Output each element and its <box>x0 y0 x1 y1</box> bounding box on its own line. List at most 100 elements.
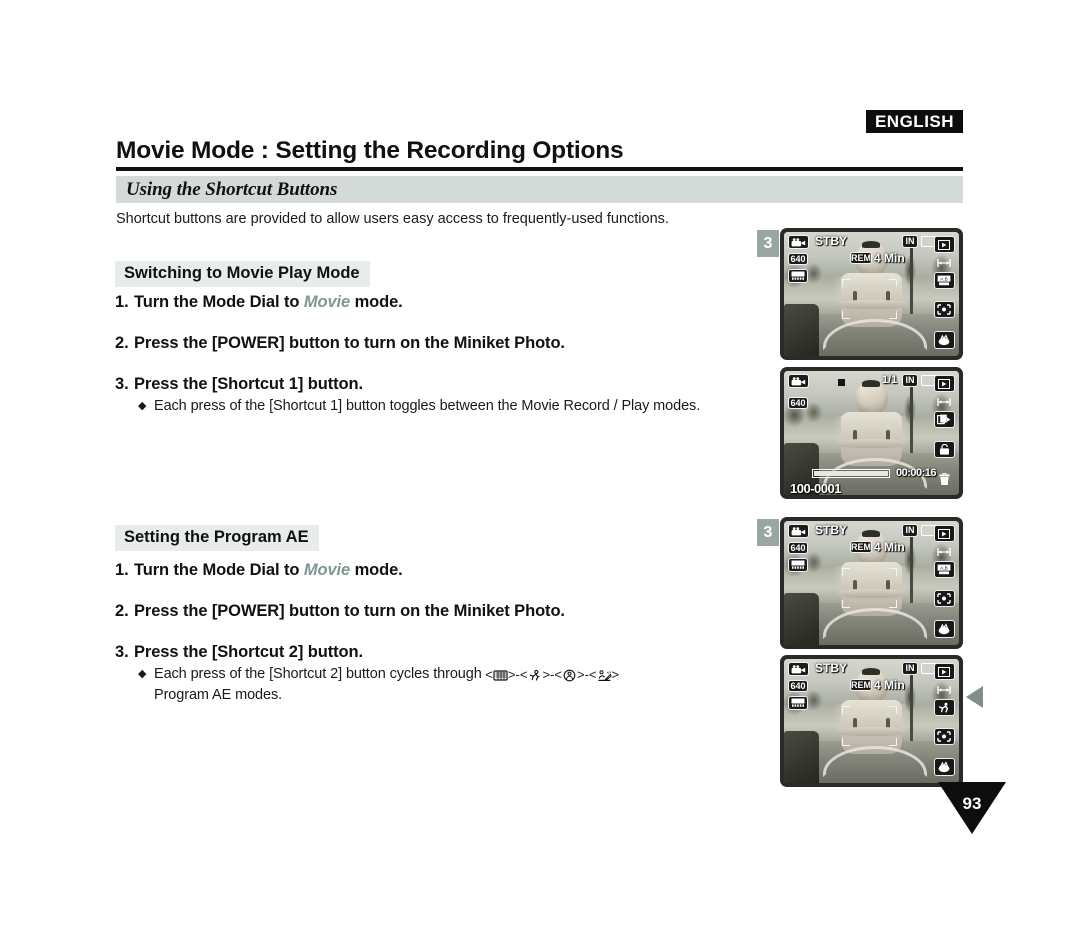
svg-text:A.B: A.B <box>940 565 947 570</box>
status-text: STBY <box>815 661 848 675</box>
subheading-setting-the-program-ae: Setting the Program AE <box>115 525 319 551</box>
step-number: 1. <box>115 561 129 579</box>
program-ae-icon-chain: < >-< >-< >-< > <box>481 667 620 682</box>
focus-icon[interactable] <box>933 728 955 746</box>
step-text-before: Turn the Mode Dial to <box>134 561 304 579</box>
play-mode-icon[interactable] <box>933 236 955 253</box>
step-text: Press the [Shortcut 2] button. <box>134 643 363 661</box>
stop-icon <box>838 379 845 386</box>
title-divider <box>116 167 963 171</box>
ae-separator: - <box>515 667 520 682</box>
program-ae-icon[interactable] <box>933 757 955 776</box>
step-text-before: Turn the Mode Dial to <box>134 293 304 311</box>
lcd-panel-movie-play: 1/1 640 IN 00:00:16 100-0001 <box>780 367 963 499</box>
lock-icon[interactable] <box>933 441 955 459</box>
page-number: 93 <box>962 794 982 813</box>
camcorder-icon <box>788 662 809 676</box>
step-emphasis-movie: Movie <box>303 561 351 579</box>
subheading-switching-to-movie-play-mode: Switching to Movie Play Mode <box>115 261 370 287</box>
remaining-label: REM <box>850 252 872 264</box>
program-ae-icon[interactable] <box>933 330 955 349</box>
step-3-switching: 3. Press the [Shortcut 1] button. <box>115 375 363 394</box>
step-2-switching: 2. Press the [POWER] button to turn on th… <box>115 334 565 353</box>
diamond-bullet-icon: ◆ <box>138 400 147 412</box>
step-text-after: mode. <box>350 561 403 579</box>
backlight-icon[interactable]: A.B <box>933 561 955 578</box>
resolution-badge: 640 <box>788 253 808 265</box>
backlight-icon[interactable]: A.B <box>933 272 955 289</box>
step-1-programae: 1. Turn the Mode Dial to Movie mode. <box>115 561 403 580</box>
bullet-text: Program AE modes. <box>154 687 283 703</box>
zoom-icon[interactable] <box>934 543 955 560</box>
auto-program-ae-icon <box>493 670 508 681</box>
step-3-programae: 3. Press the [Shortcut 2] button. <box>115 643 363 662</box>
sand-snow-program-ae-icon <box>597 670 612 682</box>
section-banner: Using the Shortcut Buttons <box>116 176 963 203</box>
ae-separator: - <box>550 667 555 682</box>
trash-icon[interactable] <box>934 471 955 488</box>
status-text: STBY <box>815 234 848 248</box>
step-text: Press the [POWER] button to turn on the … <box>134 334 565 352</box>
play-mode-icon[interactable] <box>933 663 955 680</box>
lcd-panel-program-ae-selected: STBY 640 REM 4 Min IN <box>780 655 963 787</box>
zoom-icon[interactable] <box>934 393 955 410</box>
quality-icon <box>788 269 808 283</box>
playback-progress-bar[interactable] <box>812 469 890 478</box>
language-badge: ENGLISH <box>866 110 963 133</box>
step-emphasis-movie: Movie <box>303 293 351 311</box>
play-mode-icon[interactable] <box>933 375 955 392</box>
osd-side-rail: A.B <box>932 236 956 352</box>
bullet-shortcut2-cycle-line2: Program AE modes. <box>154 687 282 703</box>
step-number: 3. <box>115 643 129 661</box>
memory-badge: IN <box>902 235 918 248</box>
page-title: Movie Mode : Setting the Recording Optio… <box>116 137 624 164</box>
diamond-bullet-icon: ◆ <box>138 668 147 680</box>
focus-icon[interactable] <box>933 590 955 608</box>
program-ae-icon[interactable] <box>933 619 955 638</box>
play-mode-icon[interactable] <box>933 525 955 542</box>
memory-badge: IN <box>902 524 918 537</box>
selection-arrow-icon <box>966 686 983 708</box>
ae-separator: - <box>584 667 589 682</box>
lcd-panel-movie-record-standby-2: STBY 640 REM 4 Min IN A.B <box>780 517 963 649</box>
remaining-value: 4 Min <box>874 251 905 265</box>
step-number: 3. <box>115 375 129 393</box>
step-number: 2. <box>115 602 129 620</box>
memory-badge: IN <box>902 374 918 387</box>
focus-icon[interactable] <box>933 301 955 319</box>
bullet-shortcut2-cycle: ◆ Each press of the [Shortcut 2] button c… <box>138 666 619 682</box>
resolution-badge: 640 <box>788 680 808 692</box>
svg-text:A.B: A.B <box>940 276 947 281</box>
bullet-shortcut1-toggle: ◆ Each press of the [Shortcut 1] button t… <box>138 398 700 414</box>
zoom-icon[interactable] <box>934 681 955 698</box>
camcorder-icon <box>788 524 809 538</box>
lcd-panel-movie-record-standby-1: STBY 640 REM 4 Min IN A.B <box>780 228 963 360</box>
section-banner-label: Using the Shortcut Buttons <box>126 179 338 200</box>
step-text: Press the [Shortcut 1] button. <box>134 375 363 393</box>
bullet-text: Each press of the [Shortcut 2] button cy… <box>154 666 482 682</box>
remaining-label: REM <box>850 541 872 553</box>
resolution-badge: 640 <box>788 397 808 409</box>
step-text: Press the [POWER] button to turn on the … <box>134 602 565 620</box>
spotlight-program-ae-icon <box>563 669 576 682</box>
page-number-badge: 93 <box>938 782 1006 834</box>
remaining-label: REM <box>850 679 872 691</box>
bullet-text: Each press of the [Shortcut 1] button to… <box>154 398 701 414</box>
resolution-badge: 640 <box>788 542 808 554</box>
step-text-after: mode. <box>350 293 403 311</box>
status-text: STBY <box>815 523 848 537</box>
sports-program-ae-icon[interactable] <box>933 699 955 716</box>
osd-side-rail: A.B <box>932 525 956 641</box>
step-marker-3-panel1: 3 <box>757 230 779 257</box>
step-1-switching: 1. Turn the Mode Dial to Movie mode. <box>115 293 403 312</box>
quality-icon <box>788 696 808 710</box>
zoom-icon[interactable] <box>934 254 955 271</box>
multi-view-icon[interactable] <box>933 411 955 428</box>
osd-side-rail <box>932 663 956 779</box>
memory-badge: IN <box>902 662 918 675</box>
timecode: 00:00:16 <box>896 467 937 479</box>
frame-counter: 1/1 <box>882 374 898 386</box>
step-2-programae: 2. Press the [POWER] button to turn on th… <box>115 602 565 621</box>
camcorder-icon <box>788 235 809 249</box>
step-number: 2. <box>115 334 129 352</box>
